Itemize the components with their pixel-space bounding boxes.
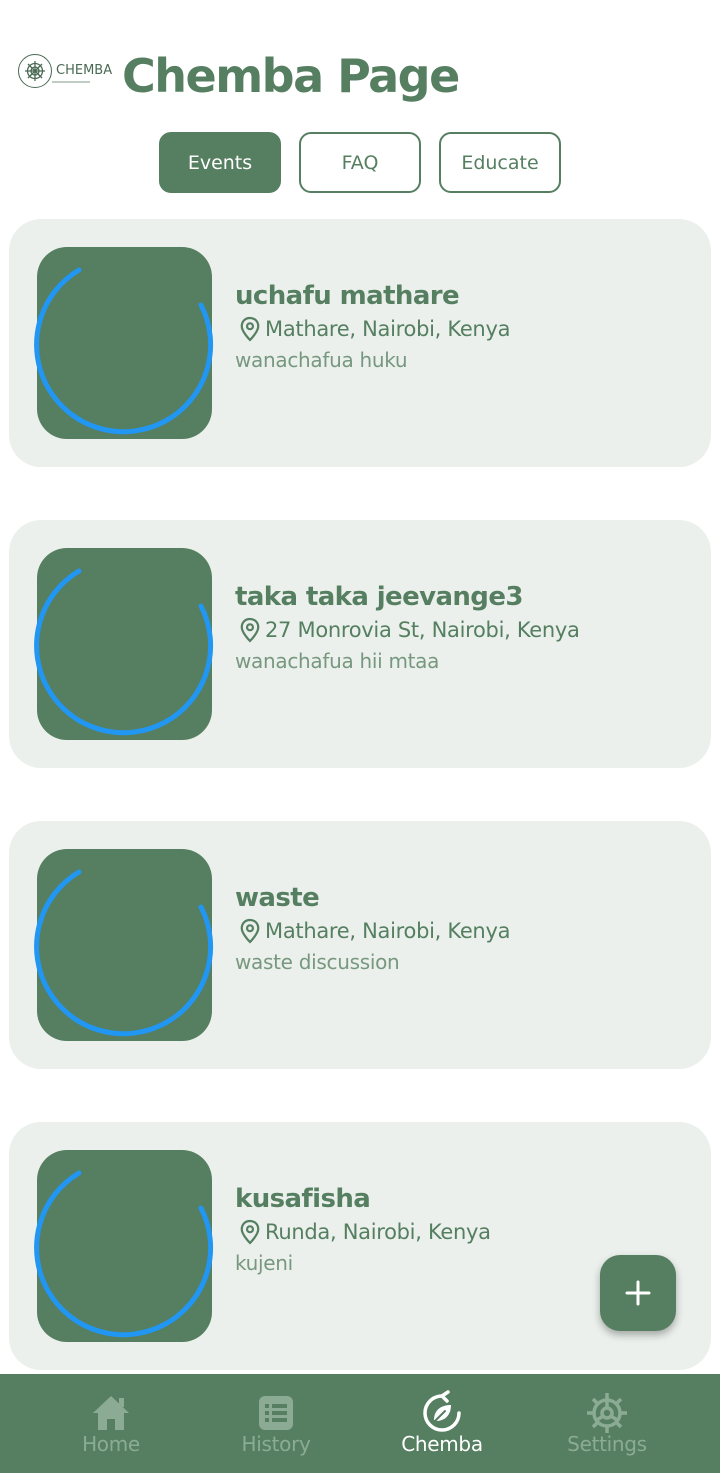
event-description: wanachafua hii mtaa <box>235 649 440 673</box>
event-title: waste <box>235 883 320 913</box>
event-description: wanachafua huku <box>235 348 408 372</box>
event-card[interactable]: kusafisha Runda, Nairobi, Kenya kujeni <box>9 1122 711 1370</box>
logo-emblem-icon <box>18 54 52 88</box>
gear-icon <box>587 1393 627 1433</box>
tab-educate[interactable]: Educate <box>439 132 561 193</box>
nav-history-label: History <box>241 1432 311 1456</box>
recycle-leaf-icon <box>423 1390 461 1432</box>
event-card[interactable]: taka taka jeevange3 27 Monrovia St, Nair… <box>9 520 711 768</box>
header: CHEMBA Chemba Page <box>0 40 720 112</box>
page-title: Chemba Page <box>122 49 460 103</box>
home-icon <box>93 1396 129 1430</box>
nav-settings-label: Settings <box>567 1432 647 1456</box>
add-event-button[interactable] <box>600 1255 676 1331</box>
loading-spinner-icon <box>34 568 214 736</box>
event-location: Runda, Nairobi, Kenya <box>265 1220 491 1244</box>
event-title: kusafisha <box>235 1184 371 1214</box>
event-image <box>34 247 214 439</box>
tab-bar: Events FAQ Educate <box>0 132 720 193</box>
nav-chemba-label: Chemba <box>401 1432 483 1456</box>
nav-chemba[interactable]: Chemba <box>372 1390 512 1470</box>
logo-text: CHEMBA <box>56 63 113 78</box>
plus-icon <box>625 1280 651 1306</box>
nav-history[interactable]: History <box>206 1390 346 1470</box>
nav-home-label: Home <box>82 1432 140 1456</box>
event-title: uchafu mathare <box>235 281 460 311</box>
loading-spinner-icon <box>34 869 214 1037</box>
event-title: taka taka jeevange3 <box>235 582 523 612</box>
loading-spinner-icon <box>34 1170 214 1338</box>
event-image <box>34 849 214 1041</box>
event-description: waste discussion <box>235 950 400 974</box>
event-card[interactable]: uchafu mathare Mathare, Nairobi, Kenya w… <box>9 219 711 467</box>
list-icon <box>259 1396 293 1430</box>
logo-tagline <box>52 81 90 83</box>
event-image <box>34 548 214 740</box>
event-card[interactable]: waste Mathare, Nairobi, Kenya waste disc… <box>9 821 711 1069</box>
event-location: Mathare, Nairobi, Kenya <box>265 317 511 341</box>
loading-spinner-icon <box>34 267 214 435</box>
bottom-navigation: Home History Chemba Settings <box>0 1374 720 1473</box>
event-image <box>34 1150 214 1342</box>
nav-settings[interactable]: Settings <box>537 1390 677 1470</box>
event-location: 27 Monrovia St, Nairobi, Kenya <box>265 618 580 642</box>
event-description: kujeni <box>235 1251 293 1275</box>
event-location: Mathare, Nairobi, Kenya <box>265 919 511 943</box>
chemba-logo: CHEMBA <box>18 52 126 90</box>
location-pin-icon <box>240 316 260 342</box>
location-pin-icon <box>240 1219 260 1245</box>
location-pin-icon <box>240 918 260 944</box>
tab-events[interactable]: Events <box>159 132 281 193</box>
location-pin-icon <box>240 617 260 643</box>
nav-home[interactable]: Home <box>41 1390 181 1470</box>
tab-faq[interactable]: FAQ <box>299 132 421 193</box>
